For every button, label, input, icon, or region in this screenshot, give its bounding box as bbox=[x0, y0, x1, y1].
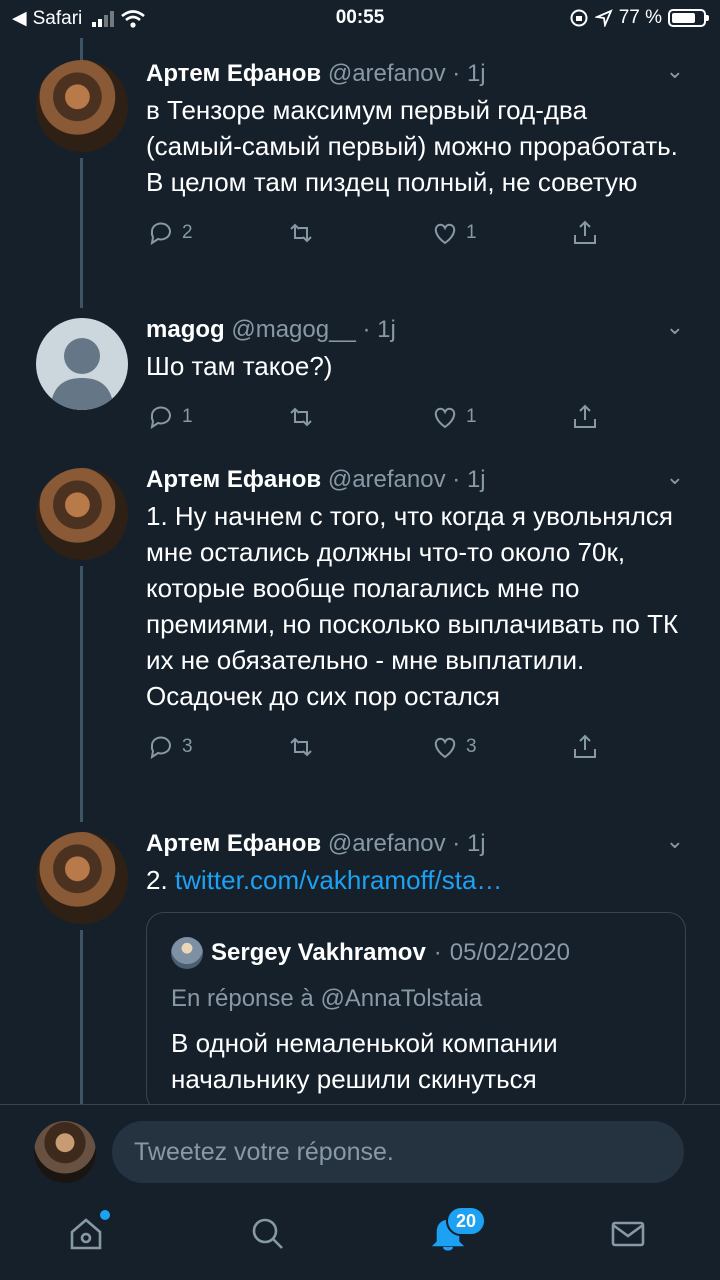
tweet-header: Артем Ефанов @arefanov · 1j bbox=[146, 466, 486, 493]
share-button[interactable] bbox=[570, 732, 600, 762]
author-handle[interactable]: @magog__ bbox=[231, 316, 355, 343]
chevron-down-icon[interactable]: ⌄ bbox=[666, 314, 684, 340]
battery-percent: 77 % bbox=[618, 7, 662, 28]
author-name[interactable]: Артем Ефанов bbox=[146, 60, 321, 87]
reply-count: 3 bbox=[182, 736, 193, 757]
tweet-header: Артем Ефанов @arefanov · 1j bbox=[146, 60, 486, 87]
status-bar: ◀ Safari 00:55 77 % bbox=[0, 0, 720, 36]
like-count: 1 bbox=[466, 406, 477, 427]
reply-bar bbox=[0, 1104, 720, 1198]
like-icon bbox=[434, 737, 456, 759]
tweet-text: 2. twitter.com/vakhramoff/sta… bbox=[146, 862, 684, 898]
share-icon bbox=[574, 220, 596, 244]
avatar[interactable] bbox=[36, 60, 128, 152]
like-button[interactable]: 1 bbox=[430, 402, 477, 432]
share-icon bbox=[574, 404, 596, 428]
notification-dot bbox=[100, 1210, 110, 1220]
quoted-tweet-header: Sergey Vakhramov · 05/02/2020 bbox=[171, 937, 663, 969]
tweet-text: в Тензоре максимум первый год-два (самый… bbox=[146, 95, 678, 197]
reply-button[interactable]: 3 bbox=[146, 732, 193, 762]
default-avatar-icon bbox=[50, 338, 114, 410]
share-button[interactable] bbox=[570, 218, 600, 248]
quoted-reply-to: En réponse à @AnnaTolstaia bbox=[171, 985, 483, 1012]
avatar[interactable] bbox=[36, 832, 128, 924]
author-handle[interactable]: @arefanov bbox=[328, 466, 446, 493]
reply-button[interactable]: 2 bbox=[146, 218, 193, 248]
tweet-actions: 2 1 bbox=[146, 218, 684, 252]
search-icon bbox=[252, 1218, 283, 1249]
like-count: 1 bbox=[466, 222, 477, 243]
tweet-header: magog @magog__ · 1j bbox=[146, 316, 396, 343]
tweet-time: 1j bbox=[466, 60, 486, 87]
retweet-icon bbox=[290, 737, 312, 757]
thread-line bbox=[80, 566, 83, 822]
author-name[interactable]: Артем Ефанов bbox=[146, 466, 321, 493]
avatar[interactable] bbox=[36, 318, 128, 410]
reply-button[interactable]: 1 bbox=[146, 402, 193, 432]
author-name[interactable]: magog bbox=[146, 316, 225, 343]
like-button[interactable]: 3 bbox=[430, 732, 477, 762]
like-button[interactable]: 1 bbox=[430, 218, 477, 248]
like-icon bbox=[434, 223, 456, 245]
reply-icon bbox=[150, 736, 171, 760]
retweet-button[interactable] bbox=[286, 218, 316, 248]
quoted-author-name: Sergey Vakhramov bbox=[211, 939, 426, 966]
share-button[interactable] bbox=[570, 402, 600, 432]
orientation-lock-icon bbox=[570, 9, 588, 27]
chevron-down-icon[interactable]: ⌄ bbox=[666, 828, 684, 854]
like-icon bbox=[434, 407, 456, 429]
reply-icon bbox=[150, 222, 171, 246]
like-count: 3 bbox=[466, 736, 477, 757]
status-right: 77 % bbox=[569, 7, 709, 29]
tweet-text: Шо там такое?) bbox=[146, 351, 333, 381]
retweet-button[interactable] bbox=[286, 732, 316, 762]
tweet-text: 1. Ну начнем с того, что когда я увольня… bbox=[146, 501, 679, 711]
tab-bar: 20 bbox=[0, 1198, 720, 1280]
retweet-button[interactable] bbox=[286, 402, 316, 432]
thread-line bbox=[80, 930, 83, 1104]
retweet-icon bbox=[290, 407, 312, 427]
home-icon bbox=[70, 1218, 102, 1250]
thread-line bbox=[80, 38, 83, 60]
chevron-down-icon[interactable]: ⌄ bbox=[666, 58, 684, 84]
notifications-badge: 20 bbox=[446, 1206, 487, 1236]
tab-messages[interactable] bbox=[608, 1214, 658, 1264]
author-name[interactable]: Артем Ефанов bbox=[146, 830, 321, 857]
tweet-link[interactable]: twitter.com/vakhramoff/sta… bbox=[175, 865, 503, 895]
author-handle[interactable]: @arefanov bbox=[328, 830, 446, 857]
quoted-date: 05/02/2020 bbox=[449, 939, 570, 966]
tab-home[interactable] bbox=[66, 1210, 116, 1264]
reply-count: 1 bbox=[182, 406, 193, 427]
avatar[interactable] bbox=[36, 468, 128, 560]
quoted-text: В одной немаленькой компании начальнику … bbox=[171, 1028, 558, 1094]
tweet-actions: 1 1 bbox=[146, 402, 684, 436]
chevron-down-icon[interactable]: ⌄ bbox=[666, 464, 684, 490]
author-handle[interactable]: @arefanov bbox=[328, 60, 446, 87]
tweet-actions: 3 3 bbox=[146, 732, 684, 766]
tweet-time: 1j bbox=[377, 316, 396, 343]
tab-search[interactable] bbox=[248, 1214, 298, 1264]
tab-notifications[interactable]: 20 bbox=[428, 1206, 487, 1264]
tweet-text-prefix: 2. bbox=[146, 865, 168, 895]
tweet-time: 1j bbox=[466, 466, 486, 493]
tweet-header: Артем Ефанов @arefanov · 1j bbox=[146, 830, 486, 857]
mail-icon bbox=[611, 1221, 645, 1247]
avatar[interactable] bbox=[34, 1121, 96, 1183]
battery-fill bbox=[672, 13, 696, 23]
retweet-icon bbox=[290, 223, 312, 243]
location-icon bbox=[594, 9, 613, 27]
share-icon bbox=[574, 734, 596, 758]
reply-input[interactable] bbox=[112, 1121, 684, 1183]
battery-icon bbox=[668, 9, 709, 27]
quoted-tweet[interactable]: Sergey Vakhramov · 05/02/2020 En réponse… bbox=[146, 912, 686, 1112]
avatar bbox=[171, 937, 203, 969]
reply-icon bbox=[150, 406, 171, 430]
reply-count: 2 bbox=[182, 222, 193, 243]
thread-line bbox=[80, 158, 83, 308]
tweet-time: 1j bbox=[466, 830, 486, 857]
